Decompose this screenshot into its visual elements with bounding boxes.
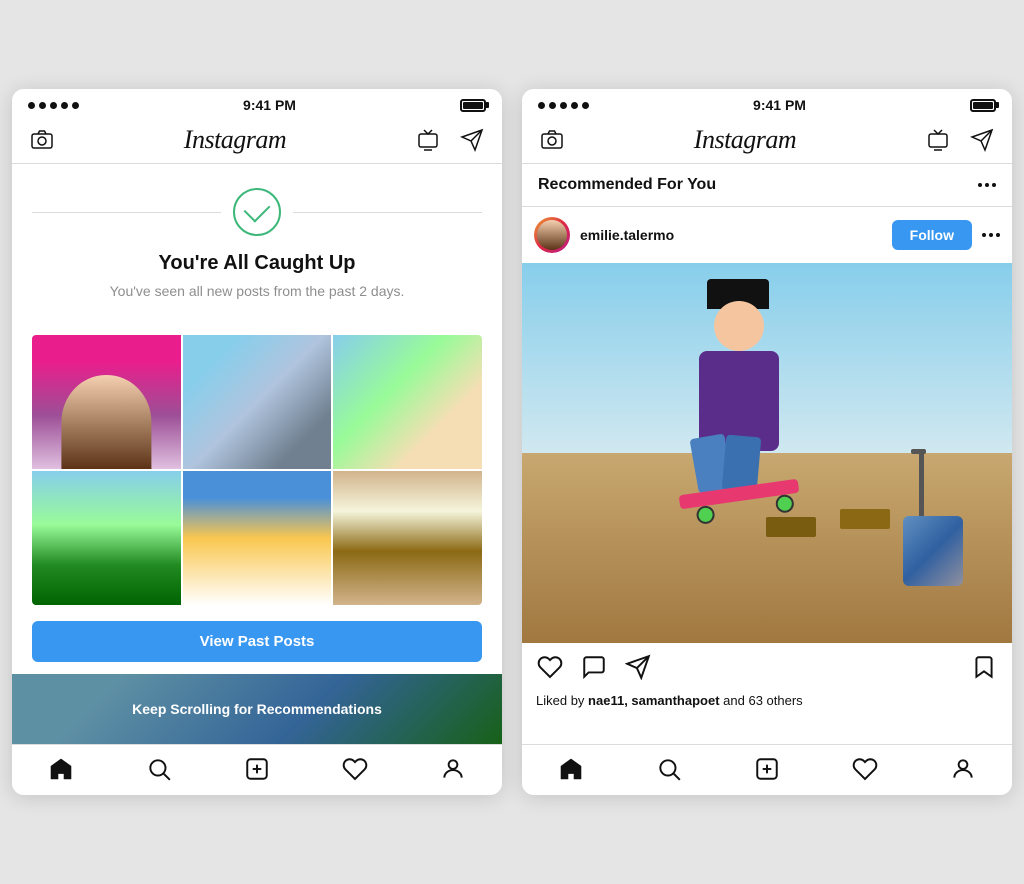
dot-2-5 [582, 102, 589, 109]
post-header: emilie.talermo Follow [522, 207, 1012, 263]
instagram-logo-2: Instagram [694, 125, 796, 155]
home-tab-icon-2[interactable] [557, 755, 585, 783]
likes-users: nae11, samanthapoet [588, 693, 720, 708]
post-actions [522, 643, 1012, 691]
post-more-options-icon[interactable] [982, 233, 1000, 237]
dot-2 [39, 102, 46, 109]
status-time-2: 9:41 PM [753, 97, 806, 113]
comment-icon[interactable] [580, 653, 608, 681]
status-bar-1: 9:41 PM [12, 89, 502, 117]
keep-scrolling-text: Keep Scrolling for Recommendations [132, 701, 382, 717]
caught-up-title: You're All Caught Up [159, 252, 356, 275]
dot-2-3 [560, 102, 567, 109]
view-past-posts-button[interactable]: View Past Posts [32, 621, 482, 662]
skater [669, 291, 809, 491]
dot-1 [28, 102, 35, 109]
likes-others: and 63 others [720, 693, 803, 708]
bench-1 [840, 509, 890, 529]
bookmark-icon[interactable] [970, 653, 998, 681]
caught-up-section: You're All Caught Up You've seen all new… [12, 164, 502, 319]
nav-bar-2: Instagram [522, 117, 1012, 164]
nav-bar-1: Instagram [12, 117, 502, 164]
phone-2: 9:41 PM Instagram [522, 89, 1012, 795]
send-icon[interactable] [458, 126, 486, 154]
share-icon[interactable] [624, 653, 652, 681]
battery-fill-1 [463, 102, 483, 109]
phone-1: 9:41 PM Instagram [12, 89, 502, 795]
status-bar-2: 9:41 PM [522, 89, 1012, 117]
post-user: emilie.talermo [534, 217, 674, 253]
tab-bar-1 [12, 744, 502, 795]
caught-up-subtitle: You've seen all new posts from the past … [110, 283, 405, 299]
signal-dots-2 [538, 102, 589, 109]
battery-2 [970, 99, 996, 112]
tv-icon[interactable] [414, 126, 442, 154]
spacer [522, 718, 1012, 744]
phones-container: 9:41 PM Instagram [0, 69, 1024, 815]
check-mark [244, 196, 271, 223]
likes-text: Liked by nae11, samanthapoet and 63 othe… [522, 691, 1012, 718]
keep-scrolling-section: Keep Scrolling for Recommendations [12, 674, 502, 744]
grid-cell-5 [183, 471, 332, 605]
camera-icon-2[interactable] [538, 126, 566, 154]
username: emilie.talermo [580, 227, 674, 243]
camera-icon[interactable] [28, 126, 56, 154]
follow-button[interactable]: Follow [892, 220, 972, 250]
signal-dots [28, 102, 79, 109]
dot-3 [50, 102, 57, 109]
instagram-logo-1: Instagram [184, 125, 286, 155]
profile-tab-icon[interactable] [439, 755, 467, 783]
dot-5 [72, 102, 79, 109]
barrel [903, 516, 963, 586]
search-tab-icon-2[interactable] [655, 755, 683, 783]
likes-label: Liked by [536, 693, 588, 708]
grid-cell-4 [32, 471, 181, 605]
recommendation-header: Recommended For You [522, 164, 1012, 207]
post-header-right: Follow [892, 220, 1000, 250]
battery-1 [460, 99, 486, 112]
like-icon[interactable] [536, 653, 564, 681]
avatar-image [537, 220, 567, 250]
dot-2-4 [571, 102, 578, 109]
post-actions-left [536, 653, 652, 681]
tv-icon-2[interactable] [924, 126, 952, 154]
add-tab-icon-2[interactable] [753, 755, 781, 783]
photo-grid [32, 335, 482, 605]
divider-left [32, 212, 221, 213]
bench-2 [766, 517, 816, 537]
grid-cell-2 [183, 335, 332, 469]
check-circle [233, 188, 281, 236]
skater-head [714, 301, 764, 351]
grid-cell-6 [333, 471, 482, 605]
divider-check [32, 188, 482, 236]
divider-right [293, 212, 482, 213]
heart-tab-icon-2[interactable] [851, 755, 879, 783]
recommendation-title: Recommended For You [538, 176, 716, 194]
post-image [522, 263, 1012, 643]
battery-fill-2 [973, 102, 993, 109]
status-time-1: 9:41 PM [243, 97, 296, 113]
more-options-icon[interactable] [978, 183, 996, 187]
grid-cell-1 [32, 335, 181, 469]
profile-tab-icon-2[interactable] [949, 755, 977, 783]
heart-tab-icon[interactable] [341, 755, 369, 783]
dot-2-1 [538, 102, 545, 109]
home-tab-icon[interactable] [47, 755, 75, 783]
search-tab-icon[interactable] [145, 755, 173, 783]
dot-4 [61, 102, 68, 109]
tab-bar-2 [522, 744, 1012, 795]
send-icon-2[interactable] [968, 126, 996, 154]
nav-right-2 [924, 126, 996, 154]
add-tab-icon[interactable] [243, 755, 271, 783]
grid-cell-3 [333, 335, 482, 469]
nav-right-1 [414, 126, 486, 154]
avatar [534, 217, 570, 253]
dot-2-2 [549, 102, 556, 109]
